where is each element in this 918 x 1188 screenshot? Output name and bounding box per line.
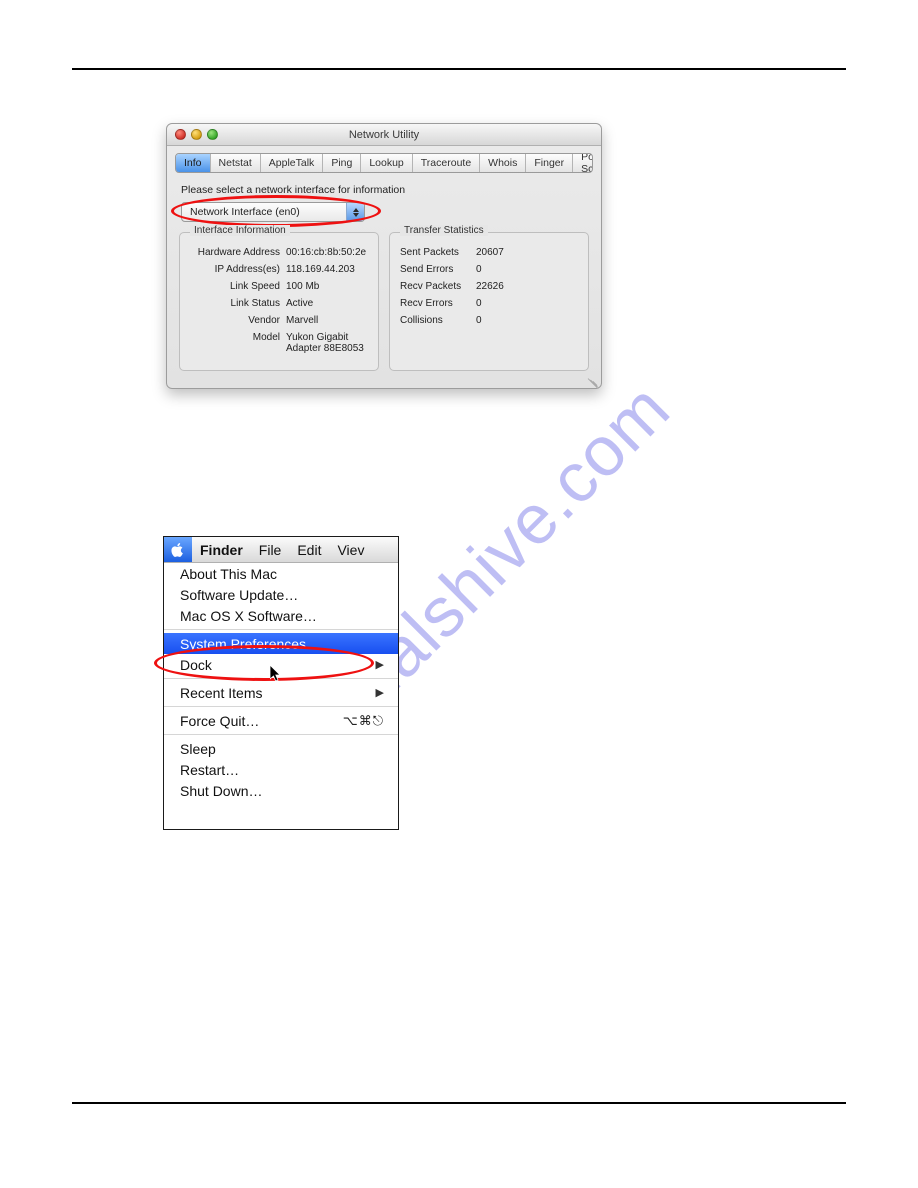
menu-forcequit-shortcut: ⌥⌘⎋ (343, 713, 384, 729)
menubar: Finder File Edit Viev (164, 537, 398, 563)
hw-label: Hardware Address (188, 247, 286, 258)
tab-bar: Info Netstat AppleTalk Ping Lookup Trace… (175, 153, 593, 173)
recv-value: 22626 (476, 281, 580, 292)
menu-swupdate[interactable]: Software Update… (164, 584, 398, 605)
menu-forcequit[interactable]: Force Quit… ⌥⌘⎋ (164, 710, 398, 731)
speed-value: 100 Mb (286, 281, 370, 292)
menu-about-label: About This Mac (180, 566, 277, 582)
interface-select-wrap: Network Interface (en0) (181, 202, 365, 222)
submenu-arrow-icon: ▶ (376, 658, 384, 671)
transfer-stats-group: Transfer Statistics Sent Packets20607 Se… (389, 232, 589, 371)
menu-sysprefs-label: System Preferences… (180, 636, 320, 652)
speed-label: Link Speed (188, 281, 286, 292)
tab-info[interactable]: Info (176, 154, 211, 172)
menu-osxsoft[interactable]: Mac OS X Software… (164, 605, 398, 626)
tab-netstat[interactable]: Netstat (211, 154, 261, 172)
menu-osxsoft-label: Mac OS X Software… (180, 608, 317, 624)
tab-portscan[interactable]: Port Scan (573, 154, 593, 172)
model-value: Yukon Gigabit Adapter 88E8053 (286, 332, 370, 354)
tab-lookup[interactable]: Lookup (361, 154, 412, 172)
select-arrows-icon (346, 203, 364, 221)
menu-forcequit-label: Force Quit… (180, 713, 259, 729)
menu-sleep[interactable]: Sleep (164, 738, 398, 759)
recverr-value: 0 (476, 298, 580, 309)
menu-recent-label: Recent Items (180, 685, 262, 701)
ip-value: 118.169.44.203 (286, 264, 370, 275)
menubar-finder[interactable]: Finder (192, 542, 251, 558)
sent-label: Sent Packets (398, 247, 476, 258)
vendor-value: Marvell (286, 315, 370, 326)
menubar-view[interactable]: Viev (329, 542, 372, 558)
vendor-label: Vendor (188, 315, 286, 326)
status-label: Link Status (188, 298, 286, 309)
senderr-label: Send Errors (398, 264, 476, 275)
transfer-stats-title: Transfer Statistics (400, 225, 488, 236)
menu-separator (164, 706, 398, 707)
menu-restart-label: Restart… (180, 762, 239, 778)
apple-menu-screenshot: Finder File Edit Viev About This Mac Sof… (163, 536, 399, 830)
tab-ping[interactable]: Ping (323, 154, 361, 172)
menu-swupdate-label: Software Update… (180, 587, 298, 603)
menu-separator (164, 629, 398, 630)
menu-recent[interactable]: Recent Items ▶ (164, 682, 398, 703)
menu-shutdown[interactable]: Shut Down… (164, 780, 398, 801)
ip-label: IP Address(es) (188, 264, 286, 275)
menu-shutdown-label: Shut Down… (180, 783, 262, 799)
interface-info-title: Interface Information (190, 225, 290, 236)
network-utility-window: Network Utility Info Netstat AppleTalk P… (166, 123, 602, 389)
menu-dock[interactable]: Dock ▶ (164, 654, 398, 675)
tab-finger[interactable]: Finger (526, 154, 573, 172)
apple-menu-button[interactable] (164, 537, 192, 562)
menu-separator (164, 734, 398, 735)
interface-select-value: Network Interface (en0) (190, 206, 300, 218)
hw-value: 00:16:cb:8b:50:2e (286, 247, 370, 258)
menu-dock-label: Dock (180, 657, 212, 673)
senderr-value: 0 (476, 264, 580, 275)
page-rule-bottom (72, 1102, 846, 1104)
menu-about[interactable]: About This Mac (164, 563, 398, 584)
apple-dropdown: About This Mac Software Update… Mac OS X… (164, 563, 398, 801)
recv-label: Recv Packets (398, 281, 476, 292)
menu-sysprefs[interactable]: System Preferences… (164, 633, 398, 654)
menu-restart[interactable]: Restart… (164, 759, 398, 780)
menubar-edit[interactable]: Edit (289, 542, 329, 558)
tab-whois[interactable]: Whois (480, 154, 526, 172)
menubar-file[interactable]: File (251, 542, 290, 558)
menu-sleep-label: Sleep (180, 741, 216, 757)
interface-select[interactable]: Network Interface (en0) (181, 202, 365, 222)
submenu-arrow-icon: ▶ (376, 686, 384, 699)
coll-label: Collisions (398, 315, 476, 326)
menu-separator (164, 678, 398, 679)
apple-logo-icon (171, 542, 185, 558)
model-label: Model (188, 332, 286, 354)
tab-traceroute[interactable]: Traceroute (413, 154, 480, 172)
coll-value: 0 (476, 315, 580, 326)
recverr-label: Recv Errors (398, 298, 476, 309)
tab-appletalk[interactable]: AppleTalk (261, 154, 324, 172)
status-value: Active (286, 298, 370, 309)
page-rule-top (72, 68, 846, 70)
window-title: Network Utility (167, 129, 601, 141)
sent-value: 20607 (476, 247, 580, 258)
resize-handle-icon[interactable] (587, 374, 599, 386)
titlebar: Network Utility (167, 124, 601, 146)
prompt-text: Please select a network interface for in… (181, 184, 601, 196)
interface-info-group: Interface Information Hardware Address00… (179, 232, 379, 371)
